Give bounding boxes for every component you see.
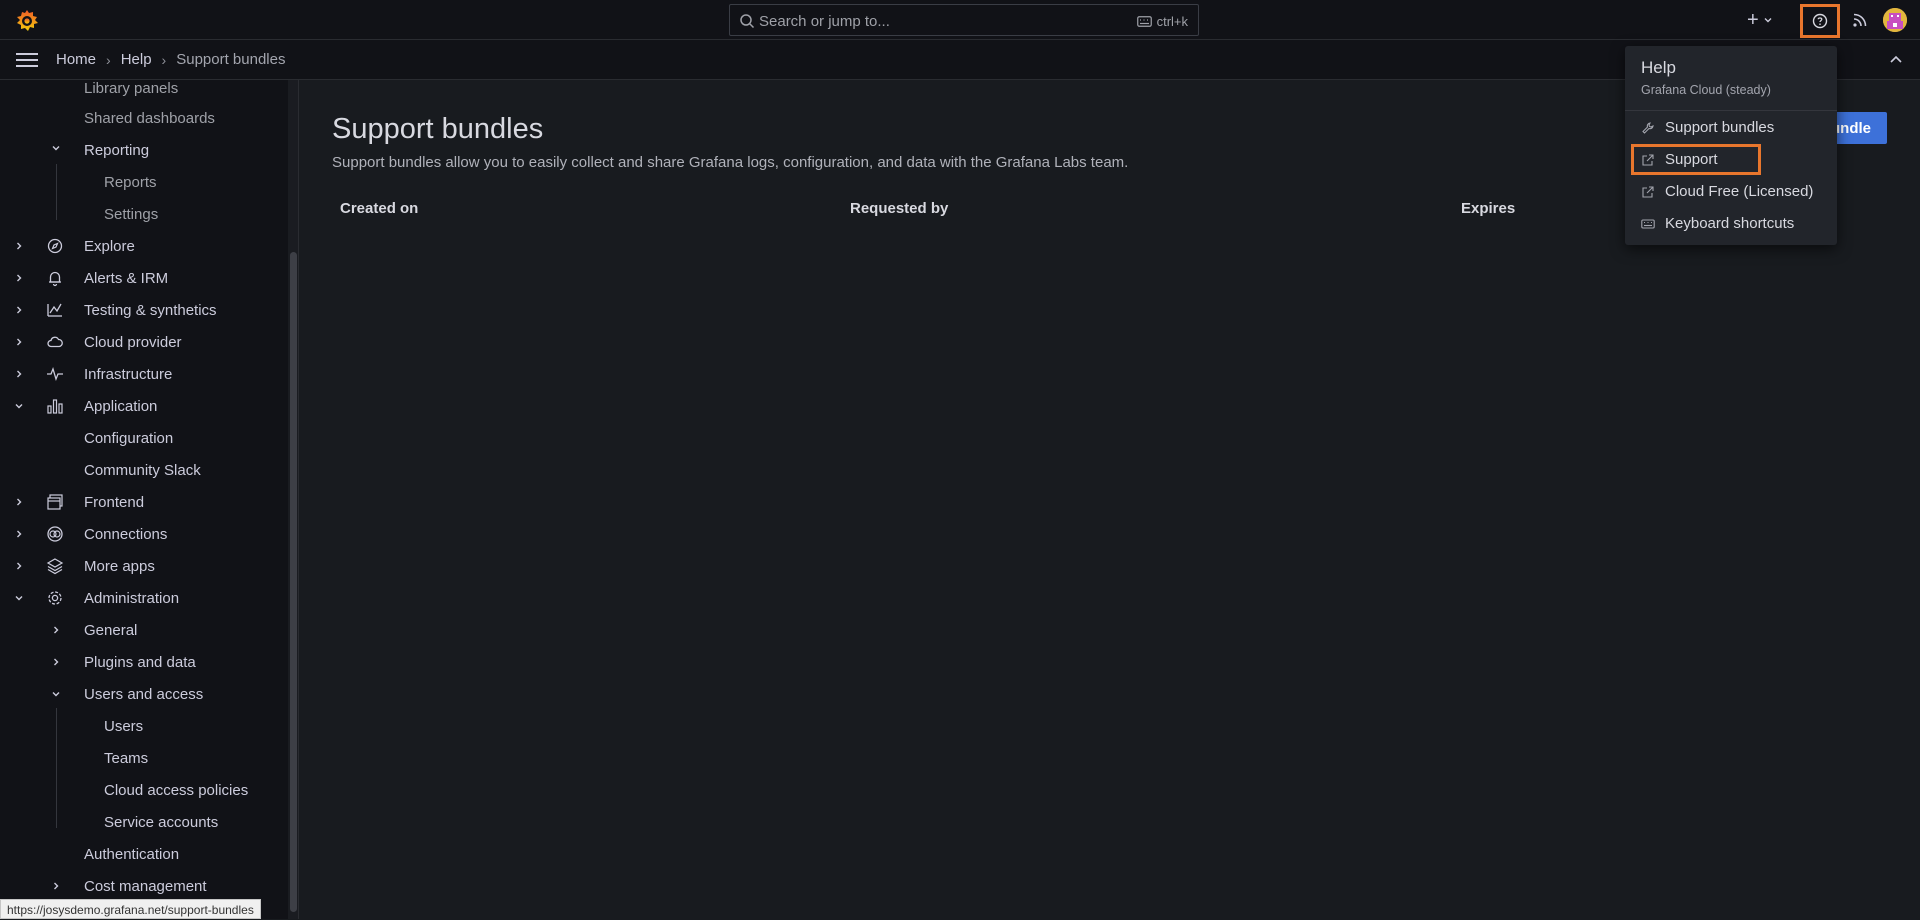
sidebar-item-library-panels[interactable]: Library panels [84, 80, 178, 102]
search-input[interactable]: Search or jump to... ctrl+k [729, 4, 1199, 36]
chevron-right-icon[interactable] [13, 304, 25, 316]
bell-icon [49, 271, 61, 287]
sidebar-item-alerts-irm[interactable]: Alerts & IRM [84, 264, 168, 292]
chevron-right-icon[interactable] [13, 272, 25, 284]
gear-icon [48, 591, 62, 605]
tree-line [56, 708, 57, 828]
breadcrumb-help[interactable]: Help [121, 51, 152, 68]
chevron-right-icon[interactable] [50, 656, 62, 668]
chevron-right-icon[interactable] [13, 336, 25, 348]
search-placeholder: Search or jump to... [759, 13, 890, 30]
external-link-icon [1642, 186, 1654, 198]
status-bar-url: https://josysdemo.grafana.net/support-bu… [0, 899, 261, 919]
page-title: Support bundles [332, 113, 544, 145]
chevron-down-icon[interactable] [13, 592, 25, 604]
sidebar-item-application[interactable]: Application [84, 392, 157, 420]
sidebar: Library panels Shared dashboards Reporti… [0, 80, 299, 919]
sidebar-item-authentication[interactable]: Authentication [84, 840, 179, 868]
compass-icon [47, 238, 63, 254]
help-menu-divider [1625, 110, 1837, 111]
column-header-created-on: Created on [340, 200, 419, 217]
sidebar-item-configuration[interactable]: Configuration [84, 424, 173, 452]
cloud-icon [47, 336, 63, 348]
sidebar-item-reports[interactable]: Reports [104, 168, 157, 196]
search-icon [740, 14, 755, 29]
bar-chart-icon [47, 399, 63, 414]
sidebar-item-shared-dashboards[interactable]: Shared dashboards [84, 104, 215, 132]
help-menu-item-cloud-free[interactable]: Cloud Free (Licensed) [1625, 177, 1837, 207]
sidebar-item-connections[interactable]: Connections [84, 520, 167, 548]
column-header-expires: Expires [1461, 200, 1516, 217]
layers-icon [46, 558, 64, 575]
sidebar-item-teams[interactable]: Teams [104, 744, 148, 772]
chevron-right-icon[interactable] [50, 624, 62, 636]
help-menu-item-keyboard-shortcuts[interactable]: Keyboard shortcuts [1625, 209, 1837, 239]
sidebar-item-community-slack[interactable]: Community Slack [84, 456, 201, 484]
wrench-icon [1642, 122, 1654, 134]
sidebar-item-cloud-access-policies[interactable]: Cloud access policies [104, 776, 248, 804]
sidebar-item-administration[interactable]: Administration [84, 584, 179, 612]
news-feed-icon[interactable] [1850, 10, 1870, 30]
chevron-right-icon[interactable] [13, 368, 25, 380]
chevron-down-icon[interactable] [50, 142, 62, 154]
breadcrumb-separator-icon: › [106, 51, 111, 68]
plus-icon: + [1747, 8, 1759, 31]
column-header-requested-by: Requested by [850, 200, 949, 217]
sidebar-item-cost-management[interactable]: Cost management [84, 872, 207, 900]
chevron-right-icon[interactable] [13, 240, 25, 252]
help-menu-item-support-bundles[interactable]: Support bundles [1625, 113, 1837, 143]
sidebar-item-reporting[interactable]: Reporting [84, 136, 149, 164]
chevron-right-icon[interactable] [13, 496, 25, 508]
help-menu-subtitle: Grafana Cloud (steady) [1641, 83, 1771, 97]
sidebar-scrollbar-thumb[interactable] [290, 252, 297, 912]
keyboard-icon [1641, 219, 1655, 229]
support-item-highlight [1631, 144, 1761, 175]
breadcrumb-current: Support bundles [176, 51, 286, 68]
sidebar-item-users[interactable]: Users [104, 712, 143, 740]
sidebar-item-plugins-and-data[interactable]: Plugins and data [84, 648, 196, 676]
search-shortcut: ctrl+k [1136, 14, 1188, 29]
breadcrumb: Home › Help › Support bundles [56, 51, 285, 68]
tree-line [56, 164, 57, 220]
grafana-logo-icon[interactable] [14, 8, 40, 34]
new-support-bundle-label: undle [1831, 119, 1871, 137]
sidebar-item-service-accounts[interactable]: Service accounts [104, 808, 218, 836]
sidebar-item-cloud-provider[interactable]: Cloud provider [84, 328, 182, 356]
sidebar-item-infrastructure[interactable]: Infrastructure [84, 360, 172, 388]
help-menu-title: Help [1641, 58, 1676, 77]
new-menu-button[interactable]: + [1747, 8, 1781, 32]
question-circle-icon [1812, 13, 1828, 29]
sidebar-item-reporting-settings[interactable]: Settings [104, 200, 158, 228]
help-button[interactable] [1800, 4, 1840, 38]
user-avatar[interactable] [1883, 8, 1907, 32]
chevron-down-icon [1764, 18, 1772, 23]
breadcrumb-home[interactable]: Home [56, 51, 96, 68]
sidebar-item-more-apps[interactable]: More apps [84, 552, 155, 580]
menu-icon[interactable] [16, 51, 38, 69]
sidebar-item-explore[interactable]: Explore [84, 232, 135, 260]
synthetics-icon [47, 303, 62, 317]
sidebar-item-frontend[interactable]: Frontend [84, 488, 144, 516]
sidebar-item-users-and-access[interactable]: Users and access [84, 680, 203, 708]
frontend-icon [47, 494, 63, 510]
search-shortcut-text: ctrl+k [1156, 14, 1188, 29]
top-bar: Search or jump to... ctrl+k + [0, 0, 1920, 40]
chevron-down-icon[interactable] [13, 400, 25, 412]
sidebar-item-testing-synthetics[interactable]: Testing & synthetics [84, 296, 217, 324]
chevron-right-icon[interactable] [50, 880, 62, 892]
breadcrumb-separator-icon: › [161, 51, 167, 68]
keyboard-icon [1136, 16, 1152, 27]
chevron-down-icon[interactable] [50, 688, 62, 700]
avatar-icon [1883, 8, 1907, 32]
chevron-right-icon[interactable] [13, 528, 25, 540]
sidebar-item-general[interactable]: General [84, 616, 137, 644]
connections-icon [47, 526, 63, 542]
page-description: Support bundles allow you to easily coll… [332, 154, 1129, 171]
chevron-right-icon[interactable] [13, 560, 25, 572]
chevron-up-icon[interactable] [1888, 52, 1904, 68]
heartbeat-icon [47, 367, 63, 381]
